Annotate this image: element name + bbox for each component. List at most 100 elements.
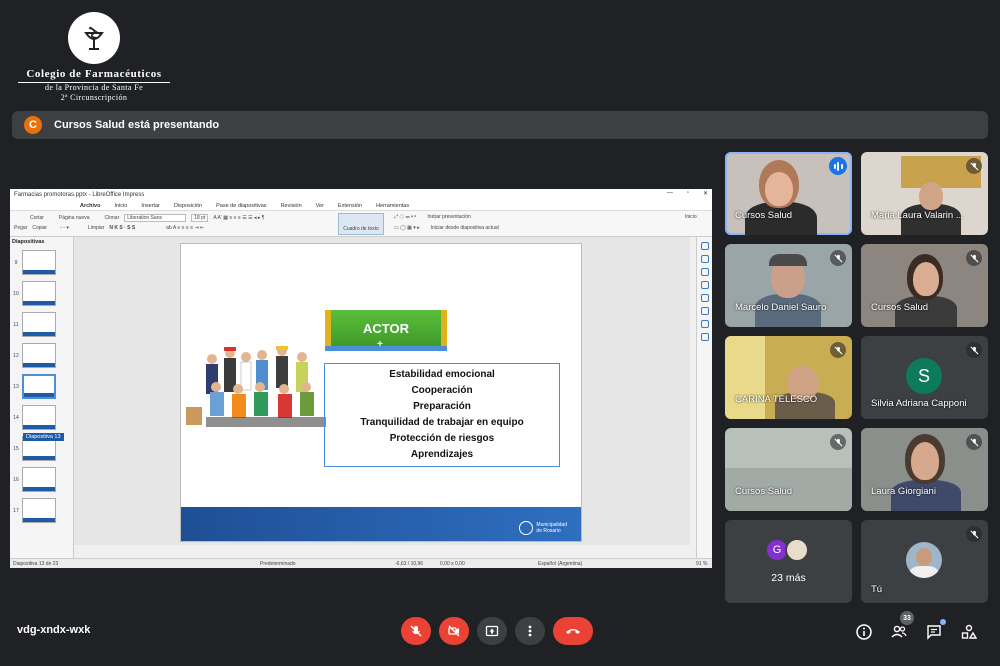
start-current-label: Iniciar desde diapositiva actual [430,225,499,231]
slide-thumbnail: 11 [10,309,73,340]
participant-name: Silvia Adriana Capponi [871,398,967,409]
mic-off-icon [966,250,982,266]
format-misc-icons: ▫ ▫ ▾ [60,225,69,231]
participant-name: Maria Laura Valarin ... [871,210,964,221]
organization-logo: Colegio de Farmacéuticos de la Provincia… [18,12,170,103]
thumb-image [22,467,56,492]
participant-tile[interactable]: Cursos Salud [861,244,988,327]
present-screen-button[interactable] [477,617,507,645]
participant-tile[interactable]: Maria Laura Valarin ... [861,152,988,235]
participant-tile[interactable]: Marcelo Daniel Sauro [725,244,852,327]
clear-label: Limpiar [87,225,105,231]
master-slides-icon [700,281,709,289]
participant-name: Laura Giorgiani [871,486,936,497]
styles-icon [700,307,709,315]
plus-icon: + [377,339,383,350]
workers-illustration [186,346,326,427]
municipality-emblem-icon [519,521,534,535]
people-icon [891,625,907,638]
status-size: 0,00 x 0,00 [440,561,465,567]
font-name: Liberation Sans [124,214,187,222]
cut-label: Cortar [30,215,44,221]
thumb-number: 15 [13,445,19,452]
benefits-text-box: Estabilidad emocional Cooperación Prepar… [324,363,560,467]
participant-name: CARINA TELESCO [735,394,818,405]
presenting-banner: C Cursos Salud está presentando [12,111,988,139]
presenting-text: Cursos Salud está presentando [54,119,220,131]
participant-tile[interactable]: S Silvia Adriana Capponi [861,336,988,419]
menu-pase: Pase de diapositivas [216,202,267,209]
benefit-item: Aprendizajes [410,449,474,460]
style-icons: N K S · S S [109,225,136,231]
shapes-icon [700,294,709,302]
presenter-avatar: C [24,116,42,134]
window-title-text: Farmacias promotoras.pptx - LibreOffice … [14,192,145,198]
new-page-label: Página nueva [58,215,90,221]
animation-icon [700,268,709,276]
participant-name: Cursos Salud [735,486,793,497]
thumb-image [22,374,56,399]
status-slide: Diapositiva 13 de 23 [13,561,59,567]
window-title: Farmacias promotoras.pptx - LibreOffice … [10,189,712,201]
camera-off-icon [448,625,460,637]
align-icons: ab A ≡ ≡ ≡ ≡ ⇥ ⇤ [166,225,205,231]
participant-tile[interactable]: Laura Giorgiani [861,428,988,511]
participant-avatar-photo [785,538,809,562]
chat-notification-dot [940,619,946,625]
thumb-image [22,250,56,275]
more-options-button[interactable] [515,617,545,645]
camera-toggle-button[interactable] [439,617,469,645]
meeting-info-button[interactable] [854,622,874,642]
leave-call-button[interactable] [553,617,593,645]
more-participants-tile[interactable]: G 23 más [725,520,852,603]
home-dropdown: Inicio [685,214,697,220]
self-tile[interactable]: Tú [861,520,988,603]
chat-icon [927,625,941,640]
actor-banner: ACTOR [325,310,447,346]
activities-button[interactable] [959,622,979,642]
people-count-badge: 33 [900,611,914,625]
municipality-brand: Municipalidad de Rosario [519,521,567,535]
slide-thumbnail-selected: 13 [10,371,73,402]
benefit-item: Tranquilidad de trabajar en equipo [360,417,524,428]
menu-revision: Revisión [280,202,302,209]
people-button[interactable] [889,622,909,642]
more-vert-icon [528,625,532,637]
thumb-number: 10 [13,290,19,297]
participant-tile[interactable]: Cursos Salud [725,152,852,235]
benefit-item: Preparación [413,401,471,412]
status-zoom: 91 % [696,561,708,567]
participant-name: Cursos Salud [735,210,793,221]
pharmacy-symbol-icon [68,12,120,64]
mic-off-icon [966,434,982,450]
slide-canvas: ACTOR + Estabilidad emocional Cooperació… [74,237,690,545]
slide-thumbnail: 12 [10,340,73,371]
font-size: 18 pt [191,214,209,222]
thumb-image [22,405,56,430]
slide-thumbnail: 16 [10,464,73,495]
maximize-icon: ▫ [686,190,689,196]
participant-avatar: S [906,358,942,394]
current-slide: ACTOR + Estabilidad emocional Cooperació… [180,243,582,542]
thumb-number: 9 [14,259,18,266]
slide-footer: Municipalidad de Rosario [181,507,581,541]
status-language: Español (Argentina) [538,561,583,567]
status-bar: Diapositiva 13 de 23 Predeterminado -6,6… [10,558,712,568]
shared-screen: Farmacias promotoras.pptx - LibreOffice … [10,189,712,568]
status-layout: Predeterminado [260,561,296,567]
speaking-indicator-icon [829,157,847,175]
logo-subtitle: de la Provincia de Santa Fe [44,83,144,92]
participant-tile[interactable]: CARINA TELESCO [725,336,852,419]
minimize-icon: — [666,190,673,196]
benefit-item: Protección de riesgos [389,433,495,444]
mic-toggle-button[interactable] [401,617,431,645]
slide-thumbnail: 17 [10,495,73,526]
shape-icons: ⤢ ◇ ▭ ▾ ▸ [394,214,417,220]
shape-icons-2: ▭ ◯ ▦ ▾ ▸ [394,225,420,231]
participant-tile[interactable]: Cursos Salud [725,428,852,511]
benefit-item: Cooperación [411,385,473,396]
chat-button[interactable] [924,622,944,642]
participant-name: Cursos Salud [871,302,929,313]
status-coords: -6,63 / 10,96 [395,561,424,567]
activities-icon [961,624,978,639]
